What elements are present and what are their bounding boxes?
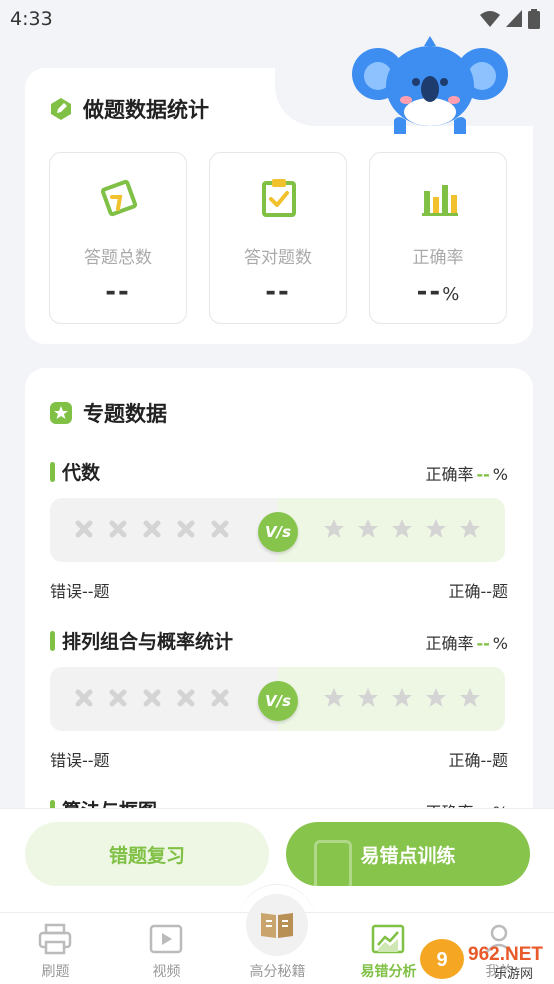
video-icon <box>149 924 183 954</box>
wrong-marks-icon <box>75 520 229 538</box>
tab-video[interactable]: 视频 <box>111 913 222 984</box>
stats-card-title-text: 做题数据统计 <box>83 98 209 122</box>
answer-sheet-icon <box>100 179 138 217</box>
topic-vs-bar: V/s <box>50 667 505 731</box>
koala-mascot-icon <box>352 36 508 134</box>
topic-card-title: 专题数据 <box>49 398 167 428</box>
document-clock-icon <box>314 840 352 886</box>
signal-icon <box>506 10 522 27</box>
stats-card-title: 做题数据统计 <box>49 94 209 124</box>
site-watermark-logo: 9 962.NET 乐游网 <box>420 939 543 981</box>
status-time: 4:33 <box>10 8 53 30</box>
topic-card: 专题数据 代数 正确率 --% V/s 错误--题 正确--题 排列组合与概率统… <box>25 368 533 828</box>
chart-icon <box>371 924 405 954</box>
wifi-icon <box>480 11 500 27</box>
topic-row[interactable]: 代数 正确率 --% V/s 错误--题 正确--题 <box>50 458 508 608</box>
topic-vs-bar: V/s <box>50 498 505 562</box>
stat-total-label: 答题总数 <box>84 248 152 268</box>
right-count: 正确--题 <box>448 582 508 601</box>
error-prone-training-button[interactable]: 易错点训练 <box>286 822 530 886</box>
svg-text:乐游网: 乐游网 <box>494 966 533 981</box>
stat-correct: 答对题数 -- <box>209 152 347 324</box>
stat-total: 答题总数 -- <box>49 152 187 324</box>
topic-rate: 正确率--% <box>425 465 509 484</box>
tab-practice[interactable]: 刷题 <box>0 913 111 984</box>
battery-icon <box>528 9 540 29</box>
wrong-count: 错误--题 <box>50 751 110 770</box>
bar-chart-icon <box>422 185 458 216</box>
topic-name: 排列组合与概率统计 <box>50 627 233 654</box>
topic-card-title-text: 专题数据 <box>83 402 167 426</box>
right-count: 正确--题 <box>448 751 508 770</box>
stat-correct-value: -- <box>265 277 291 307</box>
stat-correct-label: 答对题数 <box>244 248 312 268</box>
topic-row[interactable]: 排列组合与概率统计 正确率 --% V/s 错误--题 正确--题 <box>50 627 508 777</box>
stat-rate-label: 正确率 <box>412 248 464 268</box>
right-marks-icon <box>324 688 480 707</box>
wrong-count: 错误--题 <box>50 582 110 601</box>
pencil-badge-icon <box>49 97 73 121</box>
svg-text:9: 9 <box>436 949 447 971</box>
topic-name: 代数 <box>50 458 100 485</box>
book-icon <box>261 913 293 938</box>
svg-text:962.NET: 962.NET <box>468 944 543 965</box>
stat-rate: 正确率 --% <box>369 152 507 324</box>
stat-total-value: -- <box>105 277 131 307</box>
clipboard-check-icon <box>262 179 296 217</box>
status-icons <box>480 9 540 29</box>
stat-rate-value: --% <box>416 277 460 307</box>
topic-rate: 正确率--% <box>425 634 509 653</box>
printer-icon <box>38 923 72 955</box>
vs-badge: V/s <box>258 681 298 721</box>
vs-badge: V/s <box>258 512 298 552</box>
wrong-marks-icon <box>75 689 229 707</box>
review-mistakes-button[interactable]: 错题复习 <box>25 822 269 886</box>
star-badge-icon <box>49 401 73 425</box>
tips-center-button[interactable] <box>246 894 308 956</box>
right-marks-icon <box>324 519 480 538</box>
